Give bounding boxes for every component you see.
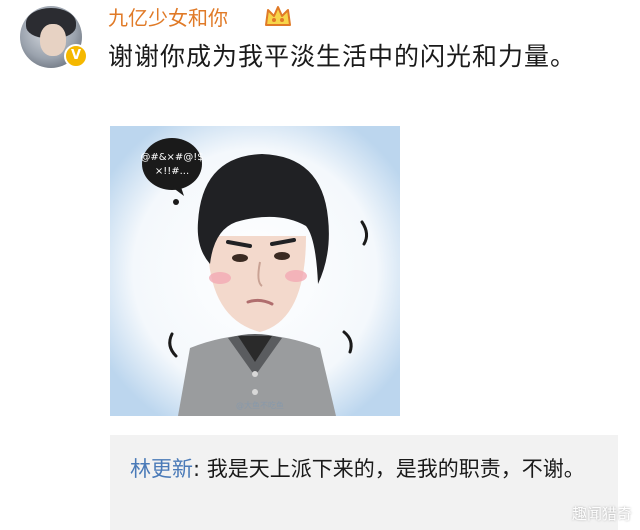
reply-text: 林更新: 我是天上派下来的，是我的职责，不谢。: [130, 453, 600, 485]
reply-box[interactable]: 林更新: 我是天上派下来的，是我的职责，不谢。: [110, 435, 618, 530]
post-image[interactable]: @#&×#@!$ ×!!#... @大鱼不吃鱼: [110, 126, 400, 416]
avatar-face: [40, 24, 66, 56]
verified-badge-icon: V: [64, 44, 88, 68]
meme-illustration: @#&×#@!$ ×!!#... @大鱼不吃鱼: [110, 126, 400, 416]
crown-icon: [265, 6, 291, 26]
speech-bubble-line-1: @#&×#@!$: [140, 152, 203, 163]
username[interactable]: 九亿少女和你: [108, 2, 228, 31]
post-text: 谢谢你成为我平淡生活中的闪光和力量。: [108, 42, 577, 71]
reply-content: 我是天上派下来的，是我的职责，不谢。: [206, 457, 585, 481]
reply-separator: :: [193, 457, 207, 481]
reply-author[interactable]: 林更新: [130, 457, 193, 481]
site-watermark: 趣闻猎奇: [571, 505, 632, 523]
speech-bubble-line-2: ×!!#...: [155, 166, 189, 177]
image-watermark: @大鱼不吃鱼: [236, 400, 284, 410]
